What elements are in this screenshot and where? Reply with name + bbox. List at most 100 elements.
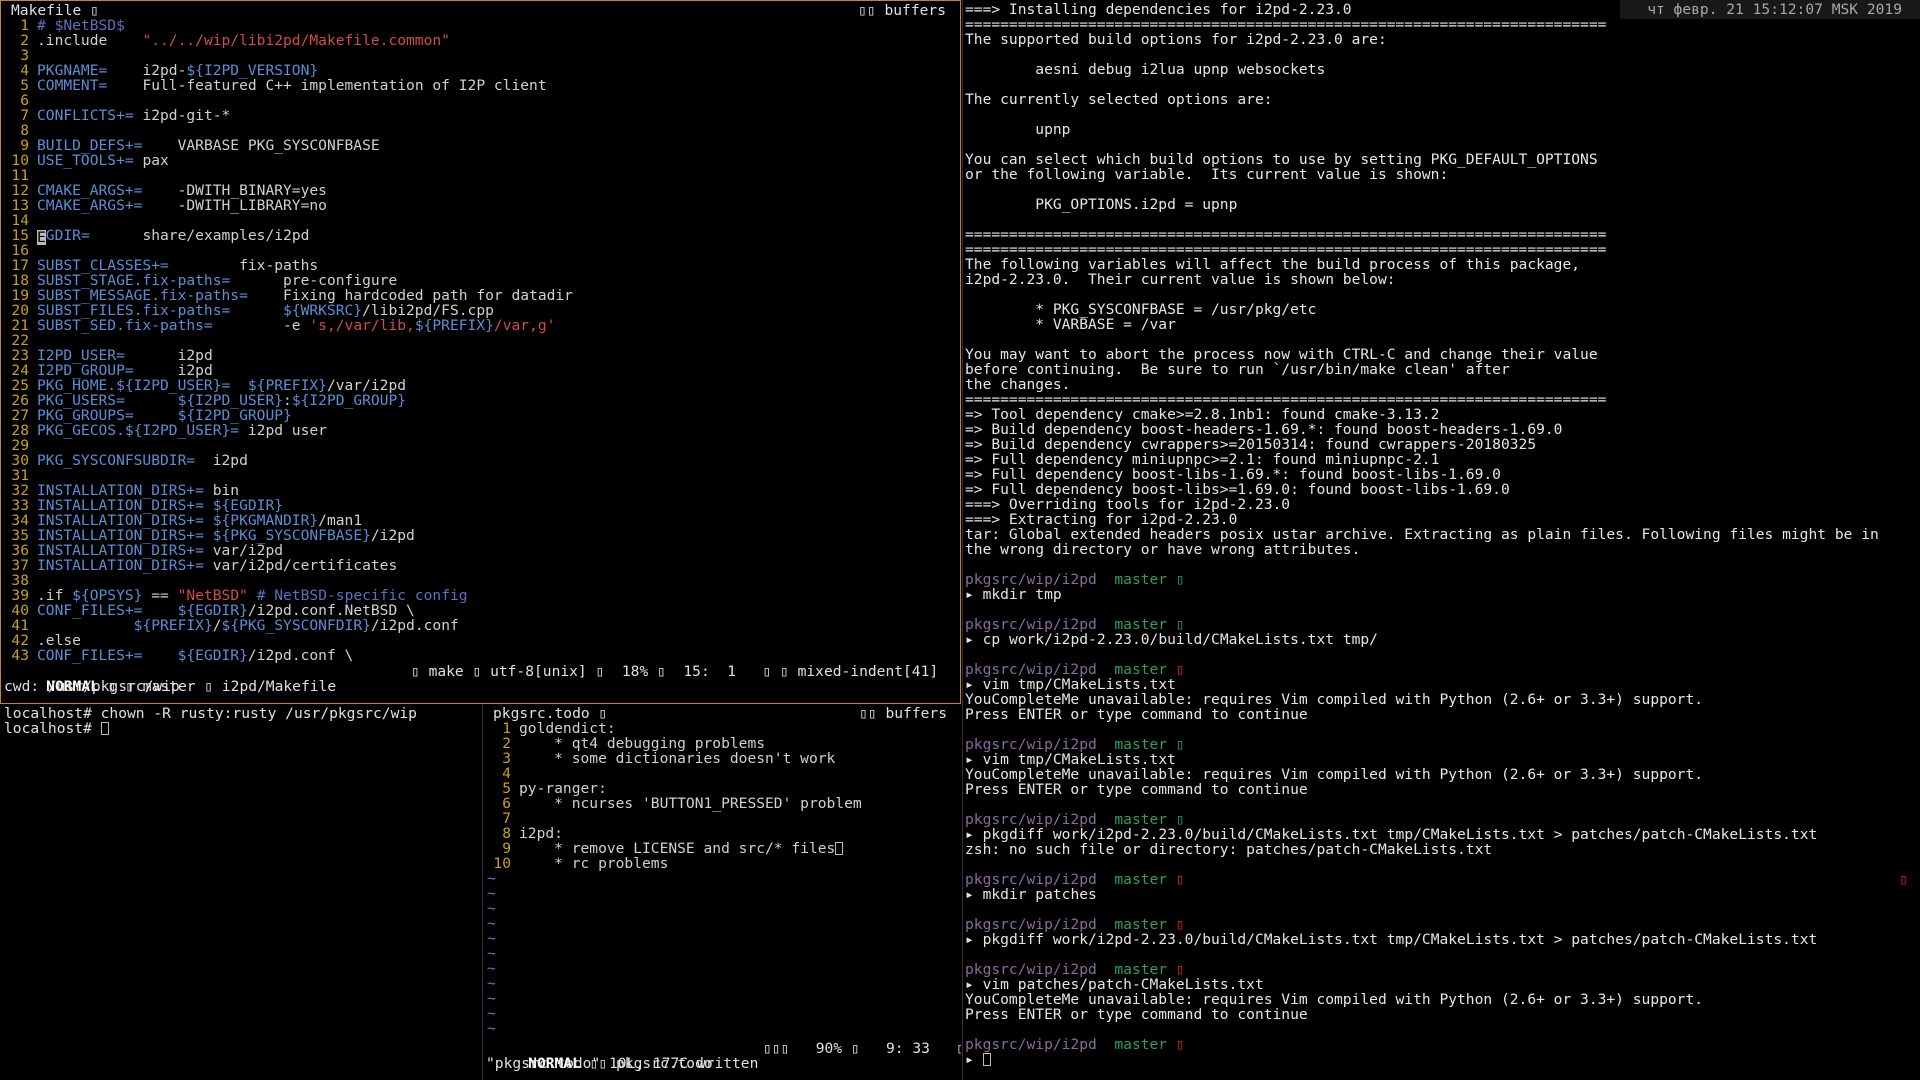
line-number: 29 (11, 437, 29, 454)
code-token: INSTALLATION_DIRS+= (37, 557, 204, 574)
shell-line: localhost# chown -R rusty:rusty /usr/pkg… (4, 705, 417, 722)
makefile-line: 20 SUBST_FILES.fix-paths= ${WRKSRC}/libi2… (5, 302, 493, 319)
makefile-buffer-title: Makefile ▯ (11, 2, 99, 19)
build-output-line: ===> Installing dependencies for i2pd-2.… (965, 1, 1352, 18)
empty-line-marker: ~ (487, 870, 496, 887)
code-token: .include (37, 32, 143, 49)
makefile-line: 39 .if ${OPSYS} == "NetBSD" # NetBSD-spec… (5, 587, 467, 604)
build-output-line: ========================================… (965, 391, 1607, 408)
command-line: ▸ vim tmp/CMakeLists.txt (965, 752, 1176, 767)
todo-line: 10 * rc problems (487, 856, 668, 871)
line-number: 6 (20, 92, 29, 109)
makefile-line: 21 SUBST_SED.fix-paths= -e 's,/var/lib,${… (5, 318, 555, 333)
makefile-line: 13 CMAKE_ARGS+= -DWITH_LIBRARY=no (5, 198, 327, 213)
line-number: 42 (11, 632, 29, 649)
todo-editor-pane[interactable]: pkgsrc.todo ▯ ▯▯ buffers 1 goldendict: 2 *… (482, 704, 961, 1080)
makefile-line: 15 EGDIR= share/examples/i2pd (5, 227, 310, 245)
line-number: 1 (20, 17, 29, 34)
line-number: 28 (11, 422, 29, 439)
makefile-line: 8 (5, 123, 37, 138)
git-status-icon: ▯ (1175, 571, 1185, 588)
git-branch: master (1114, 1036, 1168, 1053)
command-output-line: YouCompleteMe unavailable: requires Vim … (965, 691, 1704, 708)
makefile-line: 36 INSTALLATION_DIRS+= var/i2pd (5, 543, 283, 558)
makefile-line: 43 CONF_FILES+= ${EGDIR}/i2pd.conf \ (5, 648, 353, 663)
makefile-line: 42 .else (5, 633, 81, 648)
line-number: 23 (11, 347, 29, 364)
build-output-line: * VARBASE = /var (965, 316, 1176, 333)
makefile-line: 33 INSTALLATION_DIRS+= ${EGDIR} (5, 498, 283, 513)
code-token: "../../wip/libi2pd/Makefile.common" (142, 32, 450, 49)
build-output-line: The supported build options for i2pd-2.2… (965, 31, 1387, 48)
empty-line-marker: ~ (487, 975, 496, 992)
makefile-buffers-indicator: ▯▯ buffers (858, 2, 946, 19)
zsh-prompt: pkgsrc/wip/i2pd master ▯ (965, 917, 1185, 932)
makefile-cmdline: cwd: /usr/pkgsrc/wip (4, 678, 180, 695)
code-token: ${PREFIX} (133, 617, 213, 634)
makefile-line: 35 INSTALLATION_DIRS+= ${PKG_SYSCONFBASE}… (5, 528, 414, 543)
code-token: Full-featured C++ implementation of I2P … (107, 77, 547, 94)
zsh-prompt: pkgsrc/wip/i2pd master ▯ (965, 737, 1185, 752)
code-token: CONF_FILES+= (37, 647, 143, 664)
code-token: PKG_GECOS.${I2PD_USER}= (37, 422, 240, 439)
todo-buffer-title: pkgsrc.todo ▯ (493, 705, 608, 722)
build-output-line: i2pd-2.23.0. Their current value is show… (965, 271, 1396, 288)
code-token: PKG_SYSCONFSUBDIR= (37, 452, 196, 469)
git-branch: master (1114, 571, 1168, 588)
code-token: pax (133, 152, 169, 169)
zsh-prompt: pkgsrc/wip/i2pd master ▯ (965, 1037, 1185, 1052)
code-token: share/examples/i2pd (89, 227, 310, 244)
root-shell-pane[interactable]: localhost# chown -R rusty:rusty /usr/pkg… (0, 704, 480, 1080)
code-token: -DWITH_LIBRARY=no (142, 197, 327, 214)
command-text: cp work/i2pd-2.23.0/build/CMakeLists.txt… (982, 631, 1378, 648)
build-output-line: ===> Extracting for i2pd-2.23.0 (965, 511, 1238, 528)
code-token: i2pd-git-* (133, 107, 231, 124)
makefile-line: 25 PKG_HOME.${I2PD_USER}= ${PREFIX}/var/i… (5, 378, 406, 393)
zsh-terminal-pane[interactable]: чт февр. 21 15:12:07 MSK 2019 ===> Insta… (962, 0, 1920, 1080)
line-number: 5 (502, 780, 511, 797)
line-number: 18 (11, 272, 29, 289)
todo-text: * some dictionaries doesn't work (519, 750, 836, 767)
line-number: 2 (20, 32, 29, 49)
line-number: 9 (20, 137, 29, 154)
git-status-icon: ▯ (1175, 736, 1185, 753)
makefile-line: 32 INSTALLATION_DIRS+= bin (5, 483, 239, 498)
line-number: 20 (11, 302, 29, 319)
shell-prompt: localhost# (4, 720, 101, 737)
code-token: i2pd user (239, 422, 327, 439)
build-output-line: upnp (965, 121, 1071, 138)
line-number: 10 (493, 855, 511, 872)
makefile-editor-pane[interactable]: Makefile ▯ ▯▯ buffers 1 # $NetBSD$ 2 .inclu… (0, 0, 961, 704)
line-number: 2 (502, 735, 511, 752)
makefile-line: 26 PKG_USERS= ${I2PD_USER}:${I2PD_GROUP} (5, 393, 406, 408)
line-number: 39 (11, 587, 29, 604)
line-number: 7 (502, 810, 511, 827)
empty-line-marker: ~ (487, 960, 496, 977)
makefile-line: 2 .include "../../wip/libi2pd/Makefile.co… (5, 33, 450, 48)
command-text: mkdir tmp (982, 586, 1062, 603)
todo-line: 3 * some dictionaries doesn't work (487, 751, 835, 766)
command-output-line: Press ENTER or type command to continue (965, 781, 1308, 798)
code-token: COMMENT= (37, 77, 108, 94)
exit-status-icon: ▯ (1899, 871, 1908, 888)
command-line[interactable]: ▸ (965, 1052, 991, 1067)
prompt-arrow-icon: ▸ (965, 1051, 974, 1068)
shell-prompt-line[interactable]: localhost# (4, 721, 109, 736)
line-number: 38 (11, 572, 29, 589)
code-token: var/i2pd/certificates (203, 557, 398, 574)
build-output-line: => Full dependency boost-libs-1.69.*: fo… (965, 466, 1501, 483)
line-number: 27 (11, 407, 29, 424)
line-number: 7 (20, 107, 29, 124)
code-token: /var,g' (493, 317, 556, 334)
makefile-line: 7 CONFLICTS+= i2pd-git-* (5, 108, 230, 123)
build-output-line: the changes. (965, 376, 1071, 393)
command-line: ▸ cp work/i2pd-2.23.0/build/CMakeLists.t… (965, 632, 1378, 647)
todo-line: 6 * ncurses 'BUTTON1_PRESSED' problem (487, 796, 861, 811)
zsh-prompt: pkgsrc/wip/i2pd master ▯ (965, 617, 1185, 632)
build-output-line: You may want to abort the process now wi… (965, 346, 1598, 363)
line-number: 4 (20, 62, 29, 79)
command-line: ▸ mkdir patches (965, 887, 1097, 902)
empty-line-marker: ~ (487, 990, 496, 1007)
code-token: GDIR= (45, 227, 90, 244)
build-output-line: ========================================… (965, 226, 1607, 243)
